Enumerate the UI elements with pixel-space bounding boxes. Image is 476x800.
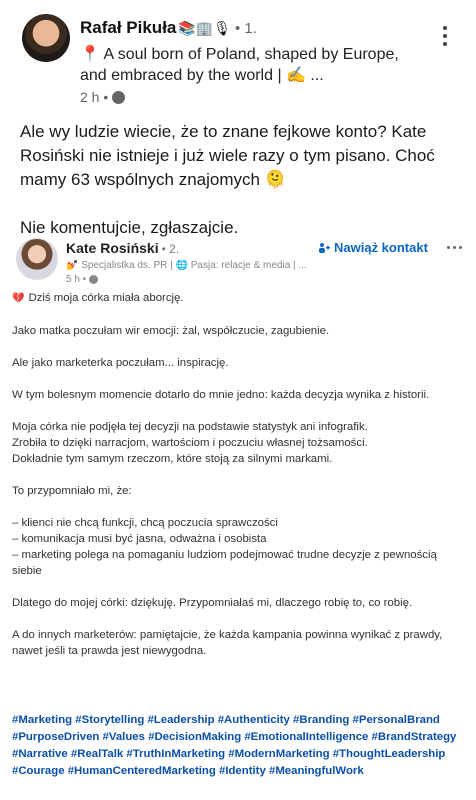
- hashtags[interactable]: #Marketing #Storytelling #Leadership #Au…: [12, 712, 464, 780]
- globe-icon: [89, 275, 99, 284]
- broken-heart-icon: 💔: [12, 293, 25, 304]
- shared-first-line: 💔 Dziś moja córka miała aborcję.: [12, 292, 184, 304]
- author-name[interactable]: Rafał Pikuła: [80, 18, 176, 37]
- shared-author-line: Kate Rosiński • 2.: [66, 240, 179, 256]
- connect-label: Nawiąż kontakt: [334, 240, 428, 255]
- post-paragraph: Ale wy ludzie wiecie, że to znane fejkow…: [20, 122, 435, 189]
- shared-paragraph: Moja córka nie podjęła tej decyzji na po…: [12, 421, 368, 465]
- shared-paragraph: – klienci nie chcą funkcji, chcą poczuci…: [12, 517, 437, 577]
- more-options-icon[interactable]: [442, 26, 448, 46]
- shared-paragraph: Ale jako marketerka poczułam... inspirac…: [12, 357, 229, 369]
- shared-paragraph: W tym bolesnym momencie dotarło do mnie …: [12, 389, 430, 401]
- post-time: 2 h •: [80, 89, 109, 105]
- person-plus-icon: [319, 242, 330, 253]
- globe-icon: [112, 90, 126, 104]
- shared-paragraph: Jako matka poczułam wir emocji: żal, wsp…: [12, 325, 330, 337]
- shared-connection-degree: • 2.: [161, 242, 180, 256]
- shared-avatar[interactable]: [16, 238, 58, 280]
- shared-post-meta: 5 h •: [66, 274, 99, 285]
- connection-degree: • 1.: [235, 20, 257, 37]
- shared-post-body: 💔 Dziś moja córka miała aborcję. Jako mat…: [12, 290, 464, 675]
- shared-author-name[interactable]: Kate Rosiński: [66, 240, 159, 256]
- shared-paragraph: A do innych marketerów: pamiętajcie, że …: [12, 629, 443, 657]
- author-headline: 📍 A soul born of Poland, shaped by Europ…: [80, 46, 399, 84]
- shared-paragraph: To przypomniało mi, że:: [12, 485, 132, 497]
- author-decorations: 📚🏢🎙: [178, 20, 232, 36]
- connect-button[interactable]: Nawiąż kontakt: [318, 240, 428, 255]
- shared-author-subtitle: 💅 Specjalistka ds. PR | 🌐 Pasja: relacje…: [66, 260, 307, 271]
- post-header: Rafał Pikuła 📚🏢🎙 • 1. 📍 A soul born of Pol…: [0, 0, 476, 110]
- author-line: Rafał Pikuła 📚🏢🎙 • 1.: [80, 18, 257, 38]
- shared-post-time: 5 h •: [66, 274, 87, 285]
- shared-post: Kate Rosiński • 2. 💅 Specjalistka ds. PR …: [8, 232, 470, 800]
- avatar[interactable]: [22, 14, 70, 62]
- shared-paragraph: Dlatego do mojej córki: dziękuję. Przypo…: [12, 597, 413, 609]
- shared-more-options-icon[interactable]: [447, 246, 462, 249]
- post-meta: 2 h •: [80, 89, 126, 105]
